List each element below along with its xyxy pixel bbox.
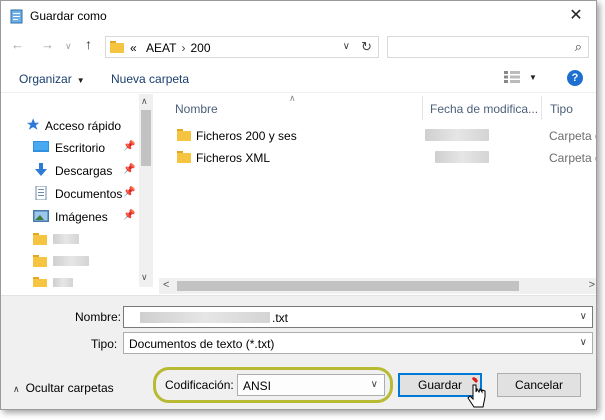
- address-dropdown-icon[interactable]: ∨: [343, 41, 350, 52]
- filename-input[interactable]: .txt ∨: [123, 306, 593, 328]
- pin-icon[interactable]: 📌: [123, 164, 135, 175]
- star-icon: [27, 118, 40, 130]
- file-row[interactable]: Ficheros XML Carpeta d: [159, 147, 597, 167]
- folder-icon: [110, 41, 124, 53]
- refresh-icon[interactable]: ↻: [361, 39, 372, 55]
- breadcrumb-item-200[interactable]: 200: [190, 41, 210, 55]
- hand-cursor-icon: [467, 377, 486, 408]
- save-as-dialog: Guardar como ✕ ← → ∨ ↑ « AEAT › 200 ∨ ↻ ⌕ …: [0, 0, 597, 410]
- nav-item-label: Documentos: [55, 187, 123, 201]
- folder-icon: [177, 129, 191, 141]
- scroll-up-icon[interactable]: ∧: [141, 96, 148, 107]
- chevron-up-icon: ∧: [13, 384, 20, 394]
- filename-dropdown-icon[interactable]: ∨: [580, 311, 587, 322]
- folder-icon: [177, 151, 191, 163]
- nav-item-label: Escritorio: [55, 141, 106, 155]
- cancel-button[interactable]: Cancelar: [497, 373, 581, 397]
- organize-caret-icon: ▼: [76, 76, 85, 85]
- filetype-label: Tipo:: [91, 337, 118, 351]
- title-bar: Guardar como ✕: [1, 1, 596, 31]
- column-header-row: ∧ Nombre Fecha de modifica... Tipo: [159, 94, 596, 120]
- nav-item-label: Acceso rápido: [45, 119, 122, 133]
- encoding-value: ANSI: [243, 379, 272, 393]
- pin-icon[interactable]: 📌: [123, 141, 135, 152]
- redacted-date: [425, 129, 489, 141]
- up-arrow-icon[interactable]: ↑: [85, 36, 92, 52]
- column-header-nombre[interactable]: Nombre: [175, 102, 218, 116]
- address-bar[interactable]: « AEAT › 200 ∨ ↻: [105, 36, 379, 58]
- view-caret-icon[interactable]: ▼: [529, 73, 537, 82]
- pin-icon[interactable]: 📌: [123, 210, 135, 221]
- redacted-date: [435, 151, 489, 163]
- toolbar: Organizar ▼ Nueva carpeta ▼ ?: [1, 63, 596, 93]
- close-button[interactable]: ✕: [556, 1, 596, 31]
- folder-icon: [33, 255, 47, 267]
- back-arrow-icon[interactable]: ←: [11, 37, 24, 52]
- scroll-thumb[interactable]: [141, 110, 151, 166]
- window-title: Guardar como: [30, 9, 107, 23]
- encoding-dropdown-icon[interactable]: ∨: [371, 379, 378, 390]
- download-icon: [35, 163, 47, 176]
- column-header-tipo[interactable]: Tipo: [550, 102, 573, 116]
- scroll-thumb[interactable]: [177, 281, 519, 291]
- filename-label: Nombre:: [75, 310, 122, 324]
- organize-label: Organizar: [19, 72, 72, 86]
- path-prefix[interactable]: «: [130, 41, 137, 55]
- filename-extension: .txt: [272, 311, 289, 325]
- hide-folders-button[interactable]: ∧ Ocultar carpetas: [13, 381, 114, 395]
- address-row: ← → ∨ ↑ « AEAT › 200 ∨ ↻ ⌕: [1, 33, 596, 61]
- file-type: Carpeta d: [549, 129, 597, 143]
- navigation-pane: Acceso rápido Escritorio 📌 Descargas 📌 D…: [1, 94, 153, 287]
- filetype-value: Documentos de texto (*.txt): [129, 337, 275, 351]
- nav-item-label: Imágenes: [55, 210, 108, 224]
- help-icon[interactable]: ?: [567, 70, 583, 86]
- folder-icon: [33, 233, 47, 245]
- breadcrumb: « AEAT › 200: [130, 41, 211, 55]
- encoding-select[interactable]: ANSI ∨: [237, 374, 385, 396]
- redacted-label: [53, 278, 73, 287]
- column-divider[interactable]: [422, 96, 423, 120]
- view-options-icon[interactable]: [504, 71, 520, 83]
- scroll-down-icon[interactable]: ∨: [141, 272, 148, 283]
- redacted-label: [53, 234, 79, 244]
- encoding-label: Codificación:: [165, 378, 234, 392]
- search-input[interactable]: ⌕: [387, 36, 589, 58]
- breadcrumb-item-aeat[interactable]: AEAT: [146, 41, 176, 55]
- scroll-right-icon[interactable]: >: [589, 279, 595, 291]
- desktop-icon: [33, 141, 49, 152]
- file-type: Carpeta d: [549, 151, 597, 165]
- redacted-filename: [140, 312, 270, 323]
- file-name: Ficheros XML: [196, 151, 271, 165]
- new-folder-button[interactable]: Nueva carpeta: [111, 72, 189, 86]
- file-row[interactable]: Ficheros 200 y ses Carpeta d: [159, 125, 597, 145]
- redacted-label: [53, 256, 89, 266]
- filetype-select[interactable]: Documentos de texto (*.txt) ∨: [123, 332, 593, 354]
- recent-locations-icon[interactable]: ∨: [65, 41, 72, 52]
- organize-button[interactable]: Organizar ▼: [19, 72, 85, 86]
- filetype-dropdown-icon[interactable]: ∨: [580, 337, 587, 348]
- pictures-icon: [33, 210, 49, 222]
- notepad-icon: [10, 9, 23, 24]
- documents-icon: [35, 186, 47, 200]
- column-divider[interactable]: [541, 96, 542, 120]
- nav-scrollbar[interactable]: ∧ ∨: [139, 94, 153, 287]
- folder-icon: [33, 277, 47, 287]
- file-name: Ficheros 200 y ses: [196, 129, 297, 143]
- breadcrumb-separator: ›: [181, 41, 186, 55]
- horizontal-scrollbar[interactable]: < >: [159, 278, 596, 294]
- hide-folders-label: Ocultar carpetas: [25, 381, 114, 395]
- sort-indicator-icon: ∧: [289, 94, 296, 103]
- file-list: ∧ Nombre Fecha de modifica... Tipo Fiche…: [159, 94, 597, 287]
- nav-item-label: Descargas: [55, 164, 113, 178]
- search-icon: ⌕: [574, 39, 582, 54]
- scroll-left-icon[interactable]: <: [163, 279, 169, 291]
- forward-arrow-icon[interactable]: →: [41, 37, 54, 52]
- pin-icon[interactable]: 📌: [123, 187, 135, 198]
- column-header-fecha[interactable]: Fecha de modifica...: [430, 102, 538, 116]
